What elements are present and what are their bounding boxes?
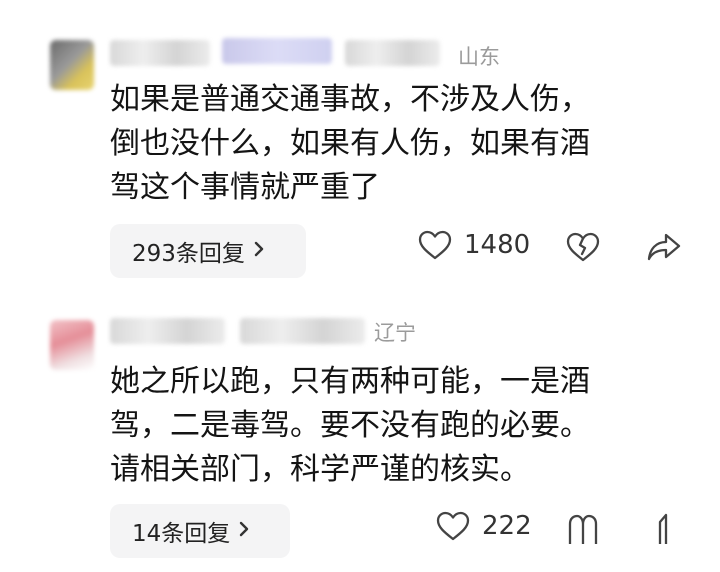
avatar[interactable]: [50, 320, 94, 370]
chevron-right-icon: [253, 239, 265, 264]
replies-count-label: 14条回复: [132, 521, 231, 547]
username-suffix-blurred: [240, 318, 365, 344]
avatar[interactable]: [50, 40, 94, 90]
username-blurred[interactable]: [110, 318, 225, 344]
comment-item: 山东 如果是普通交通事故，不涉及人伤， 倒也没什么，如果有人伤，如果有酒 驾这个…: [0, 0, 720, 290]
view-replies-button[interactable]: 14条回复: [110, 504, 290, 558]
share-button[interactable]: [646, 232, 682, 266]
broken-heart-icon: [568, 514, 598, 544]
chevron-right-icon: [238, 519, 250, 544]
heart-icon: [436, 511, 470, 541]
user-badge-blurred: [222, 38, 332, 64]
username-suffix-blurred: [345, 40, 440, 66]
share-icon: [658, 513, 668, 544]
comment-text: 她之所以跑，只有两种可能，一是酒 驾，二是毒驾。要不没有跑的必要。 请相关部门，…: [110, 364, 590, 487]
view-replies-button[interactable]: 293条回复: [110, 224, 306, 278]
username-blurred[interactable]: [110, 40, 210, 66]
comment-item: 辽宁 她之所以跑，只有两种可能，一是酒 驾，二是毒驾。要不没有跑的必要。 请相关…: [0, 290, 720, 572]
ip-region: 山东: [458, 45, 500, 69]
dislike-button[interactable]: [566, 232, 600, 266]
like-count: 1480: [464, 230, 531, 260]
share-button[interactable]: [652, 512, 676, 550]
heart-icon: [418, 230, 452, 260]
like-button[interactable]: 222: [436, 511, 532, 541]
ip-region: 辽宁: [374, 321, 416, 345]
broken-heart-icon: [566, 232, 600, 262]
like-count: 222: [482, 511, 532, 541]
replies-count-label: 293条回复: [132, 241, 245, 267]
dislike-button[interactable]: [566, 512, 600, 550]
comment-text: 如果是普通交通事故，不涉及人伤， 倒也没什么，如果有人伤，如果有酒 驾这个事情就…: [110, 82, 590, 205]
share-icon: [647, 233, 681, 261]
like-button[interactable]: 1480: [418, 230, 530, 260]
